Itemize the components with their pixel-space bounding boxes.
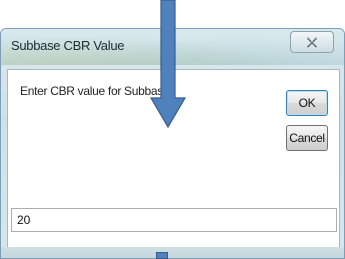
dialog-bottom-frame (1, 247, 344, 258)
prompt-label: Enter CBR value for Subbase (20, 84, 170, 98)
ok-button[interactable]: OK (286, 90, 328, 116)
cbr-value-input[interactable]: 20 (11, 208, 337, 232)
arrow-stub-icon (156, 252, 168, 259)
close-icon (306, 36, 318, 48)
cancel-button[interactable]: Cancel (286, 125, 328, 151)
close-button[interactable] (290, 31, 334, 53)
arrow-down-icon (150, 0, 186, 128)
screenshot: Subbase CBR Value Enter CBR value for Su… (0, 0, 345, 259)
dialog-title: Subbase CBR Value (11, 38, 125, 53)
